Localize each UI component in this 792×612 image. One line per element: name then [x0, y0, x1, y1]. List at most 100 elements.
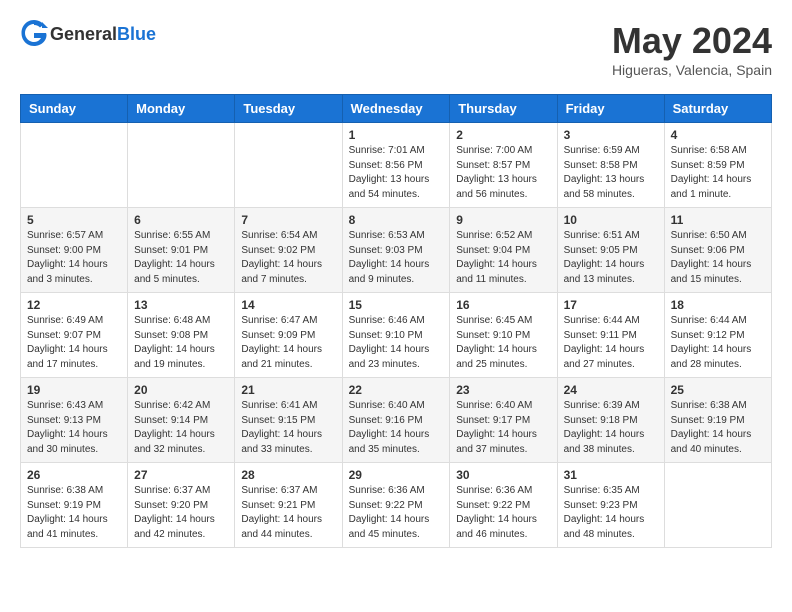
day-number: 31	[564, 468, 658, 482]
day-info: Sunrise: 7:01 AMSunset: 8:56 PMDaylight:…	[349, 144, 444, 202]
day-info: Sunrise: 6:54 AMSunset: 9:02 PMDaylight:…	[241, 229, 335, 287]
col-thursday: Thursday	[450, 95, 557, 123]
logo-general: General	[50, 24, 117, 44]
day-number: 20	[134, 383, 228, 397]
day-info: Sunrise: 6:47 AMSunset: 9:09 PMDaylight:…	[241, 314, 335, 372]
day-info: Sunrise: 6:42 AMSunset: 9:14 PMDaylight:…	[134, 399, 228, 457]
day-info: Sunrise: 6:37 AMSunset: 9:21 PMDaylight:…	[241, 484, 335, 542]
day-cell-2-6: 10 Sunrise: 6:51 AMSunset: 9:05 PMDayligh…	[557, 208, 664, 293]
day-info: Sunrise: 6:57 AMSunset: 9:00 PMDaylight:…	[27, 229, 121, 287]
day-number: 27	[134, 468, 228, 482]
day-cell-5-4: 29 Sunrise: 6:36 AMSunset: 9:22 PMDayligh…	[342, 463, 450, 548]
day-number: 4	[671, 128, 765, 142]
day-cell-1-5: 2Sunrise: 7:00 AMSunset: 8:57 PMDaylight…	[450, 123, 557, 208]
day-number: 2	[456, 128, 550, 142]
calendar-body: 1Sunrise: 7:01 AMSunset: 8:56 PMDaylight…	[21, 123, 772, 548]
day-info: Sunrise: 6:59 AMSunset: 8:58 PMDaylight:…	[564, 144, 658, 202]
day-cell-1-2	[128, 123, 235, 208]
month-year: May 2024	[612, 20, 772, 62]
day-number: 13	[134, 298, 228, 312]
day-cell-5-2: 27 Sunrise: 6:37 AMSunset: 9:20 PMDayligh…	[128, 463, 235, 548]
day-info: Sunrise: 6:48 AMSunset: 9:08 PMDaylight:…	[134, 314, 228, 372]
day-info: Sunrise: 6:44 AMSunset: 9:12 PMDaylight:…	[671, 314, 765, 372]
day-number: 7	[241, 213, 335, 227]
day-number: 8	[349, 213, 444, 227]
day-number: 25	[671, 383, 765, 397]
day-info: Sunrise: 6:45 AMSunset: 9:10 PMDaylight:…	[456, 314, 550, 372]
day-number: 28	[241, 468, 335, 482]
day-info: Sunrise: 6:36 AMSunset: 9:22 PMDaylight:…	[456, 484, 550, 542]
title-block: May 2024 Higueras, Valencia, Spain	[612, 20, 772, 78]
day-info: Sunrise: 6:49 AMSunset: 9:07 PMDaylight:…	[27, 314, 121, 372]
day-cell-2-1: 5 Sunrise: 6:57 AMSunset: 9:00 PMDaylight…	[21, 208, 128, 293]
day-info: Sunrise: 6:53 AMSunset: 9:03 PMDaylight:…	[349, 229, 444, 287]
day-cell-5-6: 31 Sunrise: 6:35 AMSunset: 9:23 PMDayligh…	[557, 463, 664, 548]
day-info: Sunrise: 6:52 AMSunset: 9:04 PMDaylight:…	[456, 229, 550, 287]
logo-text: GeneralBlue	[50, 24, 156, 45]
col-wednesday: Wednesday	[342, 95, 450, 123]
day-number: 24	[564, 383, 658, 397]
day-number: 5	[27, 213, 121, 227]
day-cell-4-4: 22 Sunrise: 6:40 AMSunset: 9:16 PMDayligh…	[342, 378, 450, 463]
day-number: 18	[671, 298, 765, 312]
day-cell-3-6: 17 Sunrise: 6:44 AMSunset: 9:11 PMDayligh…	[557, 293, 664, 378]
logo-icon	[20, 20, 48, 48]
day-number: 16	[456, 298, 550, 312]
day-number: 22	[349, 383, 444, 397]
day-number: 14	[241, 298, 335, 312]
day-info: Sunrise: 6:39 AMSunset: 9:18 PMDaylight:…	[564, 399, 658, 457]
day-cell-5-1: 26 Sunrise: 6:38 AMSunset: 9:19 PMDayligh…	[21, 463, 128, 548]
day-cell-5-5: 30Sunrise: 6:36 AMSunset: 9:22 PMDayligh…	[450, 463, 557, 548]
day-number: 10	[564, 213, 658, 227]
day-info: Sunrise: 6:43 AMSunset: 9:13 PMDaylight:…	[27, 399, 121, 457]
day-cell-3-1: 12 Sunrise: 6:49 AMSunset: 9:07 PMDayligh…	[21, 293, 128, 378]
day-cell-3-2: 13 Sunrise: 6:48 AMSunset: 9:08 PMDayligh…	[128, 293, 235, 378]
day-cell-4-3: 21 Sunrise: 6:41 AMSunset: 9:15 PMDayligh…	[235, 378, 342, 463]
day-info: Sunrise: 6:41 AMSunset: 9:15 PMDaylight:…	[241, 399, 335, 457]
day-cell-4-1: 19 Sunrise: 6:43 AMSunset: 9:13 PMDayligh…	[21, 378, 128, 463]
week-row-2: 5 Sunrise: 6:57 AMSunset: 9:00 PMDaylight…	[21, 208, 772, 293]
day-cell-2-5: 9 Sunrise: 6:52 AMSunset: 9:04 PMDaylight…	[450, 208, 557, 293]
day-info: Sunrise: 6:40 AMSunset: 9:16 PMDaylight:…	[349, 399, 444, 457]
page-header: GeneralBlue May 2024 Higueras, Valencia,…	[20, 20, 772, 78]
day-number: 26	[27, 468, 121, 482]
day-number: 19	[27, 383, 121, 397]
day-cell-2-3: 7 Sunrise: 6:54 AMSunset: 9:02 PMDaylight…	[235, 208, 342, 293]
day-info: Sunrise: 6:58 AMSunset: 8:59 PMDaylight:…	[671, 144, 765, 202]
day-cell-4-5: 23Sunrise: 6:40 AMSunset: 9:17 PMDayligh…	[450, 378, 557, 463]
day-number: 17	[564, 298, 658, 312]
day-cell-3-3: 14 Sunrise: 6:47 AMSunset: 9:09 PMDayligh…	[235, 293, 342, 378]
day-info: Sunrise: 6:51 AMSunset: 9:05 PMDaylight:…	[564, 229, 658, 287]
day-info: Sunrise: 6:36 AMSunset: 9:22 PMDaylight:…	[349, 484, 444, 542]
day-number: 12	[27, 298, 121, 312]
logo-blue: Blue	[117, 24, 156, 44]
day-cell-1-4: 1Sunrise: 7:01 AMSunset: 8:56 PMDaylight…	[342, 123, 450, 208]
day-cell-3-7: 18 Sunrise: 6:44 AMSunset: 9:12 PMDayligh…	[664, 293, 771, 378]
location: Higueras, Valencia, Spain	[612, 62, 772, 78]
day-cell-2-7: 11Sunrise: 6:50 AMSunset: 9:06 PMDayligh…	[664, 208, 771, 293]
day-number: 29	[349, 468, 444, 482]
day-number: 21	[241, 383, 335, 397]
day-info: Sunrise: 6:50 AMSunset: 9:06 PMDaylight:…	[671, 229, 765, 287]
day-cell-3-4: 15 Sunrise: 6:46 AMSunset: 9:10 PMDayligh…	[342, 293, 450, 378]
day-number: 15	[349, 298, 444, 312]
day-info: Sunrise: 6:35 AMSunset: 9:23 PMDaylight:…	[564, 484, 658, 542]
logo: GeneralBlue	[20, 20, 156, 48]
day-number: 9	[456, 213, 550, 227]
col-sunday: Sunday	[21, 95, 128, 123]
day-info: Sunrise: 6:37 AMSunset: 9:20 PMDaylight:…	[134, 484, 228, 542]
day-info: Sunrise: 6:38 AMSunset: 9:19 PMDaylight:…	[27, 484, 121, 542]
day-cell-4-7: 25 Sunrise: 6:38 AMSunset: 9:19 PMDayligh…	[664, 378, 771, 463]
day-cell-2-4: 8 Sunrise: 6:53 AMSunset: 9:03 PMDaylight…	[342, 208, 450, 293]
day-info: Sunrise: 6:46 AMSunset: 9:10 PMDaylight:…	[349, 314, 444, 372]
day-cell-4-2: 20 Sunrise: 6:42 AMSunset: 9:14 PMDayligh…	[128, 378, 235, 463]
days-of-week-row: Sunday Monday Tuesday Wednesday Thursday…	[21, 95, 772, 123]
week-row-4: 19 Sunrise: 6:43 AMSunset: 9:13 PMDayligh…	[21, 378, 772, 463]
week-row-3: 12 Sunrise: 6:49 AMSunset: 9:07 PMDayligh…	[21, 293, 772, 378]
day-info: Sunrise: 6:38 AMSunset: 9:19 PMDaylight:…	[671, 399, 765, 457]
day-number: 3	[564, 128, 658, 142]
calendar-header: Sunday Monday Tuesday Wednesday Thursday…	[21, 95, 772, 123]
day-info: Sunrise: 6:44 AMSunset: 9:11 PMDaylight:…	[564, 314, 658, 372]
day-cell-1-3	[235, 123, 342, 208]
day-cell-5-3: 28 Sunrise: 6:37 AMSunset: 9:21 PMDayligh…	[235, 463, 342, 548]
